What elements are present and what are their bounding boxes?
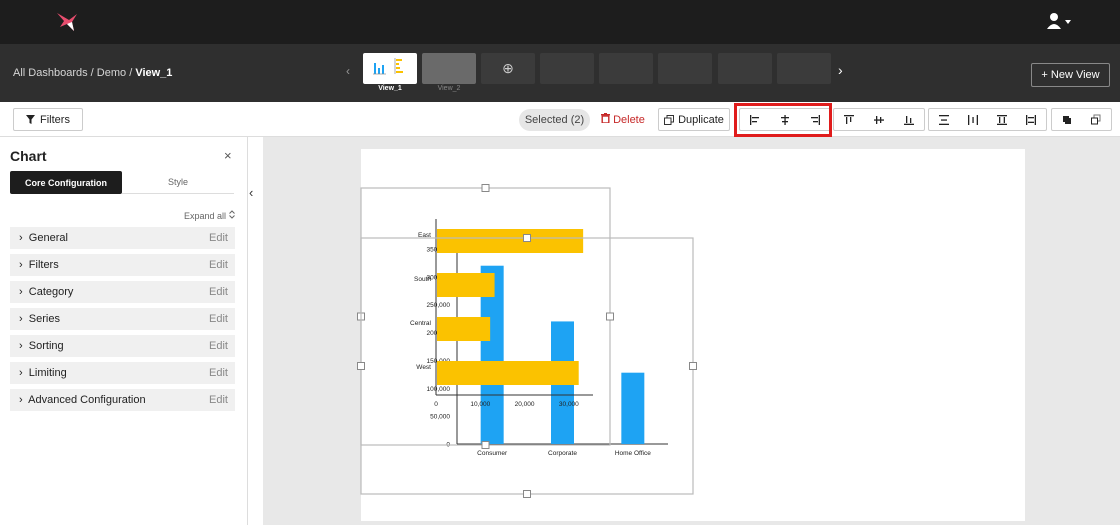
views-prev-icon[interactable]: ‹	[346, 64, 350, 78]
dashboard-page	[361, 149, 1025, 521]
panel-title: Chart	[10, 148, 47, 164]
view-tab-label[interactable]: View_1	[363, 85, 417, 92]
section-label: › Series	[19, 313, 60, 325]
send-back-button[interactable]	[1082, 109, 1112, 130]
user-icon	[1047, 13, 1071, 29]
section-general[interactable]: › General Edit	[10, 227, 235, 249]
chart-config-panel: Chart × Core Configuration Style Expand …	[0, 137, 248, 525]
section-edit-link[interactable]: Edit	[209, 340, 235, 352]
breadcrumb-current: View_1	[135, 67, 173, 79]
section-label: › Advanced Configuration	[19, 394, 146, 406]
delete-button[interactable]: Delete	[601, 113, 645, 126]
delete-label: Delete	[613, 114, 645, 126]
breadcrumb-separator: /	[129, 67, 133, 79]
section-edit-link[interactable]: Edit	[209, 286, 235, 298]
section-edit-link[interactable]: Edit	[209, 232, 235, 244]
empty-view-slot	[540, 53, 594, 84]
section-label: › Sorting	[19, 340, 64, 352]
match-height-button[interactable]	[988, 109, 1017, 130]
expand-all-label: Expand all	[184, 211, 227, 221]
top-bar	[0, 0, 1120, 44]
filters-label: Filters	[40, 113, 70, 126]
highlight-box	[734, 103, 832, 137]
match-width-icon	[1026, 114, 1037, 125]
section-label: › Limiting	[19, 367, 67, 379]
bring-front-button[interactable]	[1052, 109, 1082, 130]
breadcrumb-separator: /	[90, 67, 94, 79]
section-label: › Filters	[19, 259, 59, 271]
empty-view-slot	[599, 53, 653, 84]
expand-all-button[interactable]: Expand all	[184, 210, 235, 221]
section-label: › Category	[19, 286, 74, 298]
views-next-icon[interactable]: ›	[838, 62, 843, 78]
section-series[interactable]: › Series Edit	[10, 308, 235, 330]
section-filters[interactable]: › Filters Edit	[10, 254, 235, 276]
add-view-button[interactable]: ⊕	[481, 53, 535, 84]
funnel-icon	[26, 115, 36, 124]
collapse-panel-icon[interactable]: ‹	[249, 185, 263, 205]
chevron-updown-icon	[228, 210, 235, 219]
distribute-vertical-icon	[938, 114, 949, 125]
section-sorting[interactable]: › Sorting Edit	[10, 335, 235, 357]
close-icon[interactable]: ×	[224, 148, 232, 163]
copy-icon	[664, 114, 675, 125]
empty-view-slot	[718, 53, 772, 84]
tab-core-configuration[interactable]: Core Configuration	[10, 171, 122, 194]
duplicate-label: Duplicate	[678, 113, 724, 126]
send-back-icon	[1091, 114, 1101, 124]
vertical-align-group	[833, 108, 925, 131]
new-view-button[interactable]: + New View	[1031, 63, 1110, 87]
empty-view-slot	[658, 53, 712, 84]
align-middle-button[interactable]	[864, 109, 894, 130]
distribute-horizontal-icon	[967, 114, 978, 125]
view-tab-view-1[interactable]	[363, 53, 417, 84]
distribute-horizontal-button[interactable]	[958, 109, 987, 130]
hummingbird-logo[interactable]	[55, 11, 79, 33]
add-circle-icon: ⊕	[502, 60, 514, 76]
chart-thumbnail-icon	[373, 58, 403, 75]
trash-icon	[601, 113, 610, 124]
editor-toolbar: Filters Selected (2) Delete Duplicate	[0, 102, 1120, 137]
section-label: › General	[19, 232, 68, 244]
breadcrumb-root[interactable]: All Dashboards	[13, 67, 88, 79]
section-edit-link[interactable]: Edit	[209, 394, 235, 406]
section-category[interactable]: › Category Edit	[10, 281, 235, 303]
breadcrumb: All Dashboards / Demo / View_1	[13, 67, 172, 79]
match-height-icon	[997, 114, 1008, 125]
tab-style[interactable]: Style	[122, 171, 234, 194]
view-tab-view-2[interactable]	[422, 53, 476, 84]
section-edit-link[interactable]: Edit	[209, 259, 235, 271]
section-edit-link[interactable]: Edit	[209, 367, 235, 379]
user-menu[interactable]	[1046, 12, 1076, 32]
view-bar: All Dashboards / Demo / View_1 ‹ View_1 …	[0, 44, 1120, 102]
layer-order-group	[1051, 108, 1112, 131]
align-bottom-button[interactable]	[894, 109, 924, 130]
align-top-button[interactable]	[834, 109, 864, 130]
filters-button[interactable]: Filters	[13, 108, 83, 131]
align-top-icon	[844, 114, 854, 124]
selection-count-badge: Selected (2)	[519, 109, 590, 131]
match-width-button[interactable]	[1017, 109, 1046, 130]
duplicate-button[interactable]: Duplicate	[658, 108, 730, 131]
distribute-vertical-button[interactable]	[929, 109, 958, 130]
bring-front-icon	[1062, 115, 1071, 124]
align-middle-icon	[874, 115, 884, 124]
view-tab-label[interactable]: View_2	[422, 85, 476, 92]
breadcrumb-folder[interactable]: Demo	[97, 67, 126, 79]
section-limiting[interactable]: › Limiting Edit	[10, 362, 235, 384]
empty-view-slot	[777, 53, 831, 84]
section-advanced-configuration[interactable]: › Advanced Configuration Edit	[10, 389, 235, 411]
align-bottom-icon	[904, 115, 914, 125]
distribute-group	[928, 108, 1047, 131]
section-edit-link[interactable]: Edit	[209, 313, 235, 325]
